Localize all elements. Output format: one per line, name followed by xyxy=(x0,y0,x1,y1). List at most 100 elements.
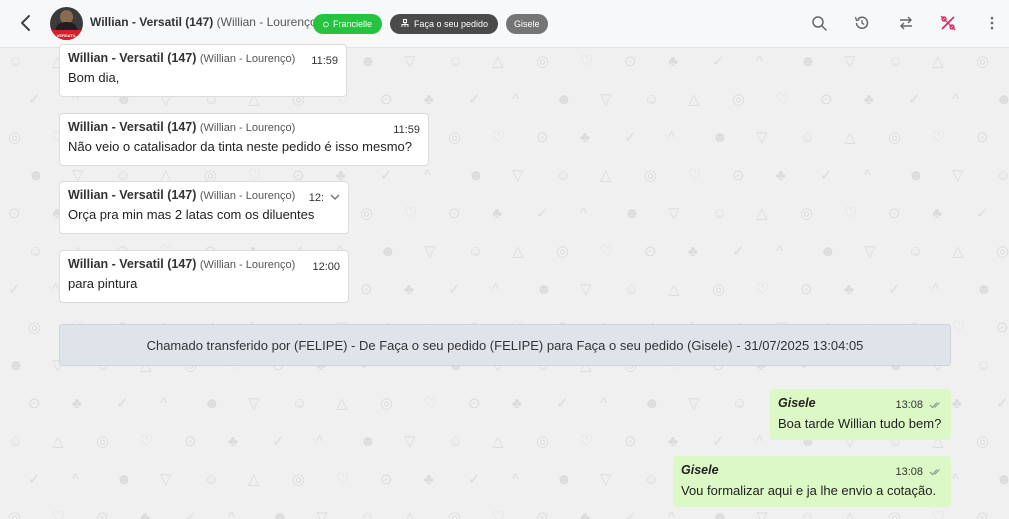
wallpaper-doodle: ♣ xyxy=(864,91,874,108)
wallpaper-doodle: △ xyxy=(492,53,504,70)
wallpaper-doodle: ^ xyxy=(512,91,520,108)
wallpaper-doodle: ☻ xyxy=(380,243,396,260)
wallpaper-doodle: ☻ xyxy=(468,167,484,184)
wallpaper-doodle: ☺ xyxy=(644,91,660,108)
wallpaper-doodle: ☻ xyxy=(644,395,660,412)
wallpaper-doodle: ☻ xyxy=(556,471,572,488)
wallpaper-doodle: ^ xyxy=(756,433,764,450)
sender-name: Willian - Versatil (147) xyxy=(68,51,197,65)
wallpaper-doodle: ▽ xyxy=(600,91,612,108)
wallpaper-doodle: ✓ xyxy=(712,53,725,70)
chevron-down-icon[interactable] xyxy=(330,193,340,201)
wallpaper-doodle: ▽ xyxy=(600,471,612,488)
queue-tag-label: Faça o seu pedido xyxy=(413,19,488,29)
incoming-message[interactable]: Willian - Versatil (147) (Willian - Lour… xyxy=(59,44,347,97)
more-vertical-icon[interactable] xyxy=(983,14,1001,32)
wallpaper-doodle: ☻ xyxy=(712,129,728,146)
message-time: 13:08 xyxy=(895,466,923,478)
wallpaper-doodle: ✓ xyxy=(28,471,41,488)
wallpaper-doodle: ☻ xyxy=(976,281,992,298)
wallpaper-doodle: ✓ xyxy=(624,509,637,519)
message-text: para pintura xyxy=(68,276,138,291)
wallpaper-doodle: ◎ xyxy=(448,129,462,146)
contact-name[interactable]: Willian - Versatil (147) (Willian - Lour… xyxy=(90,15,321,29)
contact-avatar[interactable]: VERSATIL xyxy=(50,7,83,40)
incoming-message[interactable]: Willian - Versatil (147) (Willian - Lour… xyxy=(59,250,349,303)
transfer-notice: Chamado transferido por (FELIPE) - De Fa… xyxy=(59,324,951,366)
sender-sub: (Willian - Lourenço) xyxy=(199,259,296,271)
search-icon[interactable] xyxy=(810,14,828,32)
wallpaper-doodle: ☺ xyxy=(448,433,464,450)
wallpaper-doodle: ⊙ xyxy=(536,509,549,519)
wallpaper-doodle: ◎ xyxy=(556,243,570,260)
wallpaper-doodle: ☻ xyxy=(8,357,24,374)
wallpaper-doodle: ◎ xyxy=(976,53,990,70)
avatar-logo-text: VERSATIL xyxy=(56,33,77,38)
wallpaper-doodle: ✓ xyxy=(468,91,481,108)
wallpaper-doodle: ☻ xyxy=(800,53,816,70)
wallpaper-doodle: ☺ xyxy=(8,53,24,70)
wallpaper-doodle: ♣ xyxy=(688,243,698,260)
wallpaper-doodle: ◎ xyxy=(888,509,902,519)
wallpaper-doodle: ⊙ xyxy=(8,205,21,222)
wallpaper-doodle: ⊙ xyxy=(380,91,393,108)
message-time: 12: xyxy=(308,192,324,204)
outgoing-message[interactable]: Gisele 13:08 Vou formalizar aqui e ja lh… xyxy=(673,456,951,507)
wallpaper-doodle: ☺ xyxy=(644,471,660,488)
sender-sub: (Willian - Lourenço) xyxy=(199,122,296,134)
wallpaper-doodle: ▽ xyxy=(756,129,768,146)
wallpaper-doodle: ✓ xyxy=(820,167,833,184)
wallpaper-doodle: ⊙ xyxy=(536,129,549,146)
wallpaper-doodle: ✓ xyxy=(888,281,901,298)
wallpaper-doodle: △ xyxy=(844,129,856,146)
wallpaper-doodle: ⊙ xyxy=(732,167,745,184)
wallpaper-doodle: ♣ xyxy=(424,91,434,108)
agent-tag[interactable]: Francielle xyxy=(313,14,382,34)
user-tag[interactable]: Gisele xyxy=(506,14,548,34)
wallpaper-doodle: △ xyxy=(492,433,504,450)
wallpaper-doodle: ☺ xyxy=(28,243,44,260)
wallpaper-doodle: ♡ xyxy=(492,509,506,519)
message-sender: Willian - Versatil (147) (Willian - Lour… xyxy=(68,188,340,202)
percent-icon[interactable] xyxy=(939,14,957,32)
outgoing-message[interactable]: Gisele 13:08 Boa tarde Willian tudo bem? xyxy=(770,389,951,440)
wallpaper-doodle: ⊙ xyxy=(360,281,373,298)
wallpaper-doodle: ☻ xyxy=(996,471,1009,488)
wallpaper-doodle: ^ xyxy=(316,433,324,450)
wallpaper-doodle: △ xyxy=(756,205,768,222)
hierarchy-icon xyxy=(401,19,409,27)
queue-tag[interactable]: Faça o seu pedido xyxy=(390,14,498,34)
wallpaper-doodle: ☺ xyxy=(996,167,1009,184)
wallpaper-doodle: ☺ xyxy=(204,471,220,488)
incoming-message[interactable]: Willian - Versatil (147) (Willian - Lour… xyxy=(59,181,349,234)
wallpaper-doodle: ♡ xyxy=(844,205,858,222)
wallpaper-doodle: ♡ xyxy=(52,509,66,519)
wallpaper-doodle: ✓ xyxy=(380,167,393,184)
wallpaper-doodle: △ xyxy=(52,433,64,450)
wallpaper-doodle: ▽ xyxy=(844,53,856,70)
wallpaper-doodle: ⊙ xyxy=(624,53,637,70)
wallpaper-doodle: ♣ xyxy=(952,395,962,412)
wallpaper-doodle: ⊙ xyxy=(976,129,989,146)
wallpaper-doodle: ▽ xyxy=(668,205,680,222)
history-icon[interactable] xyxy=(853,14,871,32)
wallpaper-doodle: ☻ xyxy=(360,53,376,70)
sender-name: Willian - Versatil (147) xyxy=(68,188,197,202)
wallpaper-doodle: ☺ xyxy=(292,395,308,412)
back-arrow-icon[interactable] xyxy=(16,13,36,33)
wallpaper-doodle: ✓ xyxy=(556,395,569,412)
wallpaper-doodle: △ xyxy=(668,281,680,298)
wallpaper-doodle: ✓ xyxy=(448,281,461,298)
wallpaper-doodle: ⊙ xyxy=(800,281,813,298)
transfer-icon[interactable] xyxy=(897,14,915,32)
incoming-message[interactable]: Willian - Versatil (147) (Willian - Lour… xyxy=(59,113,429,166)
double-check-icon xyxy=(929,402,940,409)
wallpaper-doodle: ✓ xyxy=(116,395,129,412)
wallpaper-doodle: ⊙ xyxy=(96,509,109,519)
wallpaper-doodle: ◎ xyxy=(360,205,374,222)
wallpaper-doodle: ♣ xyxy=(492,205,502,222)
wallpaper-doodle: ✓ xyxy=(536,205,549,222)
wallpaper-doodle: ♡ xyxy=(424,395,438,412)
wallpaper-doodle: ^ xyxy=(600,395,608,412)
wallpaper-doodle: ^ xyxy=(952,471,960,488)
